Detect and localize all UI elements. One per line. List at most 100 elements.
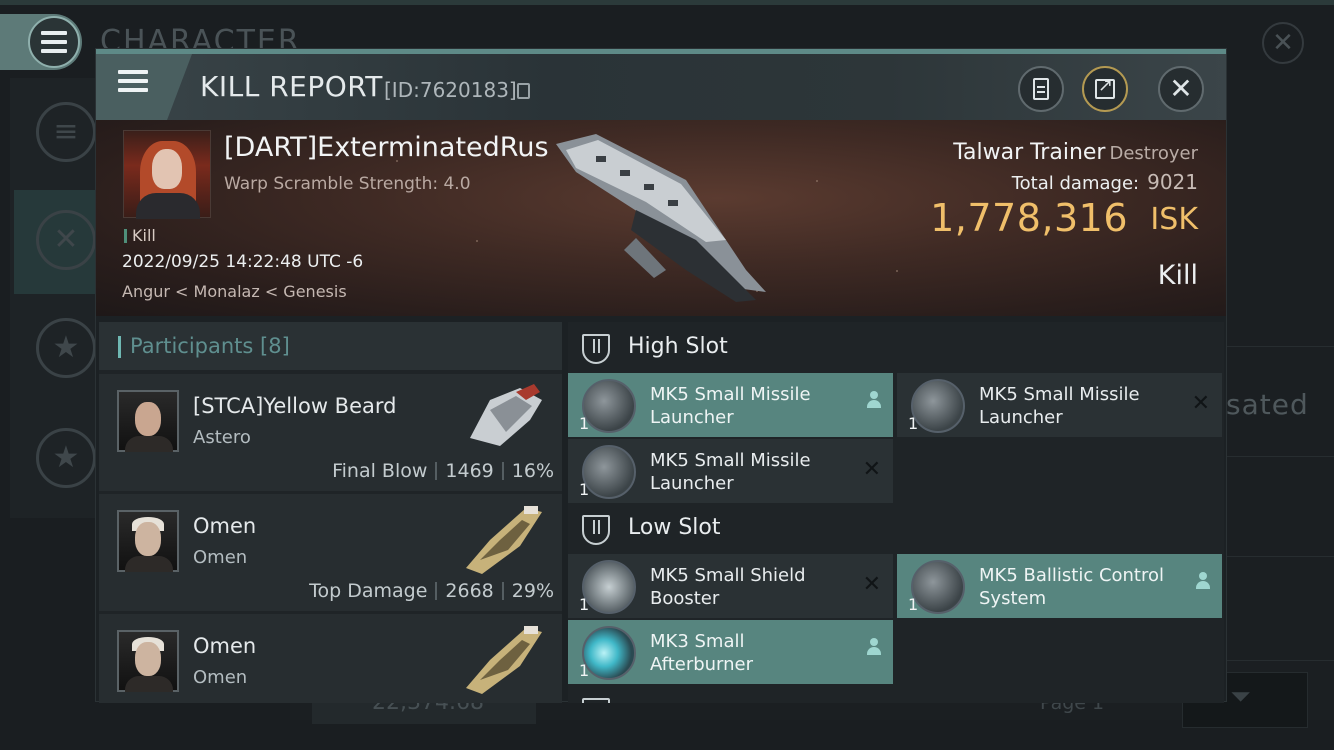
- low-slot-header: Low Slot: [568, 503, 1224, 553]
- destroyed-icon: ✕: [862, 457, 881, 482]
- report-id: [ID:7620183]: [384, 78, 517, 102]
- participant-ship-image: [470, 384, 542, 446]
- victim-name[interactable]: [DART]ExterminatedRus: [224, 132, 549, 163]
- module-item[interactable]: 1 MK5 Small Shield Booster ✕: [568, 554, 893, 618]
- background-close-icon[interactable]: ✕: [1262, 22, 1304, 64]
- close-icon: ✕: [1169, 72, 1193, 105]
- module-item[interactable]: 1 MK5 Small Missile Launcher ✕: [897, 373, 1222, 437]
- participant-ship: Omen: [193, 547, 248, 568]
- high-slot-title: High Slot: [628, 334, 728, 359]
- participants-count: [8]: [260, 334, 290, 358]
- shield-booster-icon: [582, 560, 636, 614]
- participant-percent: 29%: [511, 580, 554, 602]
- victim-ship-image: [556, 134, 766, 302]
- low-slot-title: Low Slot: [628, 515, 721, 540]
- dropped-icon: [867, 391, 881, 409]
- main-menu-button[interactable]: [0, 14, 82, 70]
- participant-name: Omen: [193, 514, 257, 538]
- module-item[interactable]: 1 MK5 Small Missile Launcher ✕: [568, 439, 893, 503]
- dropped-icon: [867, 638, 881, 656]
- participant-row[interactable]: Omen Omen Top Damage 2668 29%: [99, 494, 562, 611]
- missile-launcher-icon: [911, 379, 965, 433]
- ship-name: Talwar Trainer: [953, 140, 1106, 165]
- module-item[interactable]: 1 MK3 Small Afterburner: [568, 620, 893, 684]
- kill-tag: Kill: [124, 226, 156, 245]
- share-icon: [1095, 75, 1115, 99]
- participant-row[interactable]: Omen Omen: [99, 614, 562, 703]
- item-quantity: 1: [579, 661, 590, 680]
- participant-portrait: [117, 510, 179, 572]
- destroyed-icon: ✕: [1191, 391, 1210, 416]
- module-item[interactable]: 1 MK5 Ballistic Control System: [897, 554, 1222, 618]
- participant-ship: Astero: [193, 427, 251, 448]
- hamburger-icon: [118, 70, 148, 92]
- participant-portrait: [117, 390, 179, 452]
- ballistic-control-icon: [911, 560, 965, 614]
- divider: [1226, 556, 1334, 557]
- module-item[interactable]: 1 MK5 Small Missile Launcher: [568, 373, 893, 437]
- participants-panel: Participants [8] [STCA]Yellow Beard Aste…: [99, 322, 562, 703]
- report-document-button[interactable]: [1018, 66, 1064, 112]
- dialog-title: KILL REPORT: [200, 70, 383, 103]
- participant-row[interactable]: [STCA]Yellow Beard Astero Final Blow 1469…: [99, 374, 562, 491]
- participant-damage: 2668: [445, 580, 494, 602]
- destroyed-icon: ✕: [862, 572, 881, 597]
- participant-stats: Top Damage 2668 29%: [309, 580, 554, 602]
- item-name: MK5 Small Missile Launcher: [650, 450, 811, 494]
- item-name: MK5 Small Shield Booster: [650, 565, 806, 609]
- participant-ship-image: [466, 506, 542, 574]
- victim-banner: [DART]ExterminatedRus Warp Scramble Stre…: [96, 120, 1226, 316]
- slot-shield-icon: [582, 515, 610, 545]
- close-button[interactable]: ✕: [1158, 66, 1204, 112]
- participant-percent: 16%: [511, 460, 554, 482]
- victim-subtitle: Warp Scramble Strength: 4.0: [224, 174, 471, 194]
- item-name: MK5 Small Missile Launcher: [650, 384, 811, 428]
- high-slot-header: High Slot: [568, 322, 1224, 372]
- participant-tag: Top Damage: [309, 580, 428, 602]
- sidebar-item-menu[interactable]: ≡: [14, 80, 96, 184]
- isk-unit: ISK: [1150, 202, 1198, 237]
- participant-damage: 1469: [445, 460, 494, 482]
- participants-header: Participants [8]: [99, 322, 562, 370]
- star-icon: ★: [36, 428, 96, 488]
- document-icon: [1033, 78, 1049, 100]
- crossed-swords-icon: ✕: [36, 210, 96, 270]
- participants-title: Participants: [130, 334, 254, 358]
- participant-portrait: [117, 630, 179, 692]
- item-quantity: 1: [579, 595, 590, 614]
- victim-portrait[interactable]: [123, 130, 211, 219]
- slot-shield-icon: [582, 334, 610, 364]
- participant-name: [STCA]Yellow Beard: [193, 394, 397, 418]
- divider: [1226, 346, 1334, 347]
- participant-tag: Final Blow: [332, 460, 428, 482]
- list-icon: ≡: [36, 102, 96, 162]
- sidebar-item-combat[interactable]: ✕: [14, 190, 96, 294]
- missile-launcher-icon: [582, 445, 636, 499]
- hamburger-icon: [28, 16, 80, 68]
- victim-ship[interactable]: Talwar Trainer Destroyer: [953, 140, 1198, 165]
- background-text: sated: [1226, 388, 1309, 421]
- kill-location: Angur < Monalaz < Genesis: [122, 282, 347, 301]
- dialog-menu-button[interactable]: [96, 54, 192, 120]
- sidebar-item-star-2[interactable]: ★: [14, 410, 96, 514]
- star-icon: ★: [36, 318, 96, 378]
- participant-ship-image: [466, 626, 542, 694]
- sidebar-item-star[interactable]: ★: [14, 300, 96, 404]
- divider: [1226, 456, 1334, 457]
- item-quantity: 1: [579, 480, 590, 499]
- share-button[interactable]: [1082, 66, 1128, 112]
- missile-launcher-icon: [582, 379, 636, 433]
- total-damage-value: 9021: [1147, 170, 1198, 194]
- item-name: MK5 Small Missile Launcher: [979, 384, 1140, 428]
- divider: [1226, 660, 1334, 661]
- item-name: MK5 Ballistic Control System: [979, 565, 1165, 609]
- total-damage-label: Total damage:: [1011, 173, 1140, 194]
- ship-class: Destroyer: [1109, 143, 1198, 164]
- participant-name: Omen: [193, 634, 257, 658]
- slot-shield-icon: [582, 698, 610, 703]
- total-damage: Total damage: 9021: [1012, 170, 1198, 194]
- copy-icon[interactable]: [517, 83, 530, 99]
- item-quantity: 1: [908, 595, 919, 614]
- mid-slot-header: [568, 686, 1224, 703]
- result-label: Kill: [1157, 260, 1198, 291]
